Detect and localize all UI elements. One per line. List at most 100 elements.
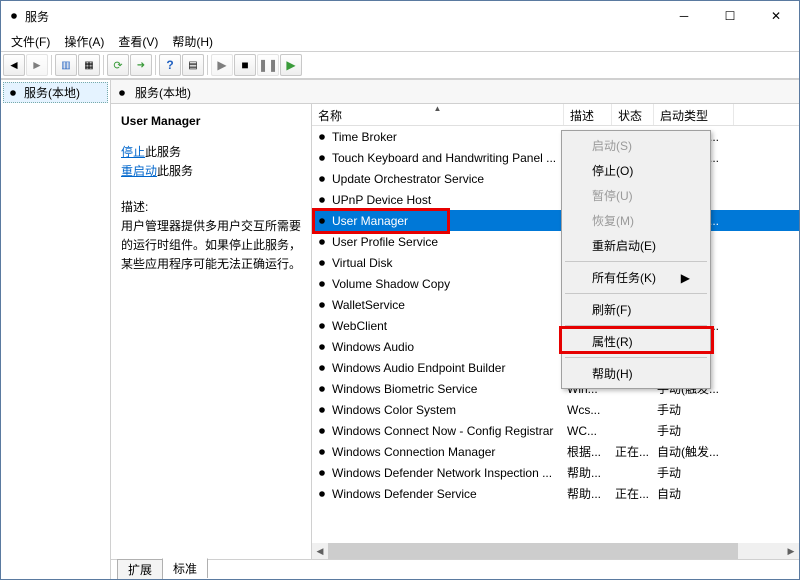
service-row[interactable]: Windows Audio Endpoint Builder管理...正在...… — [312, 357, 799, 378]
service-row[interactable]: Volume Shadow Copy管理...手动 — [312, 273, 799, 294]
gear-icon — [315, 298, 329, 312]
gear-icon — [315, 193, 329, 207]
gear-icon — [6, 86, 20, 100]
service-name: Windows Defender Service — [332, 487, 477, 501]
stop-link[interactable]: 停止 — [121, 145, 145, 159]
service-desc: WC... — [564, 424, 612, 438]
service-name: WebClient — [332, 319, 387, 333]
services-list: 名称▲ 描述 状态 启动类型 Time Broker协调...正在...手动(触… — [311, 104, 799, 559]
gear-icon — [315, 466, 329, 480]
gear-icon — [315, 382, 329, 396]
context-menu-item: 启动(S) — [564, 133, 708, 158]
help-button[interactable]: ? — [159, 54, 181, 76]
service-row[interactable]: Update Orchestrator ServiceUso...手动 — [312, 168, 799, 189]
view-mode-button[interactable]: ▦ — [78, 54, 100, 76]
menu-action[interactable]: 操作(A) — [58, 31, 110, 52]
service-desc: 根据... — [564, 443, 612, 460]
gear-icon — [315, 319, 329, 333]
menu-separator — [565, 293, 707, 294]
col-name[interactable]: 名称▲ — [312, 104, 564, 125]
pause-service-button[interactable]: ❚❚ — [257, 54, 279, 76]
context-menu-item[interactable]: 刷新(F) — [564, 297, 708, 322]
app-icon — [7, 9, 21, 23]
context-menu-item[interactable]: 重新启动(E) — [564, 233, 708, 258]
service-startup: 手动 — [654, 422, 734, 439]
gear-icon — [315, 151, 329, 165]
service-row[interactable]: Windows Connect Now - Config RegistrarWC… — [312, 420, 799, 441]
service-row[interactable]: User Profile Service此服...正在...自动 — [312, 231, 799, 252]
close-button[interactable]: ✕ — [753, 1, 799, 31]
scroll-right-button[interactable]: ▶ — [783, 543, 799, 559]
service-name: Windows Audio — [332, 340, 414, 354]
service-name: Windows Biometric Service — [332, 382, 477, 396]
service-row[interactable]: Windows Defender Service帮助...正在...自动 — [312, 483, 799, 504]
menu-file[interactable]: 文件(F) — [5, 31, 56, 52]
tree-root-item[interactable]: 服务(本地) — [3, 82, 108, 103]
scroll-left-button[interactable]: ◀ — [312, 543, 328, 559]
service-startup: 手动 — [654, 401, 734, 418]
service-row[interactable]: Virtual Disk提供...手动 — [312, 252, 799, 273]
description-text: 用户管理器提供多用户交互所需要的运行时组件。如果停止此服务，某些应用程序可能无法… — [121, 217, 301, 275]
gear-icon — [315, 361, 329, 375]
restart-service-button[interactable]: ▶ — [280, 54, 302, 76]
service-desc: Wcs... — [564, 403, 612, 417]
maximize-button[interactable]: ☐ — [707, 1, 753, 31]
list-header: 名称▲ 描述 状态 启动类型 — [312, 104, 799, 126]
col-desc[interactable]: 描述 — [564, 104, 612, 125]
selected-service-name: User Manager — [121, 112, 301, 131]
minimize-button[interactable]: ─ — [661, 1, 707, 31]
refresh-button[interactable]: ⟳ — [107, 54, 129, 76]
horizontal-scrollbar[interactable]: ◀ ▶ — [312, 543, 799, 559]
start-service-button[interactable]: ▶ — [211, 54, 233, 76]
service-name: Time Broker — [332, 130, 397, 144]
col-startup[interactable]: 启动类型 — [654, 104, 734, 125]
nav-back-button[interactable]: ◄ — [3, 54, 25, 76]
context-menu-item[interactable]: 停止(O) — [564, 158, 708, 183]
context-menu-item: 恢复(M) — [564, 208, 708, 233]
context-menu-item: 暂停(U) — [564, 183, 708, 208]
menu-separator — [565, 261, 707, 262]
service-desc: 帮助... — [564, 464, 612, 481]
service-name: Update Orchestrator Service — [332, 172, 484, 186]
service-row[interactable]: UPnP Device Host允许 ...手动 — [312, 189, 799, 210]
menu-view[interactable]: 查看(V) — [112, 31, 164, 52]
stop-service-button[interactable]: ■ — [234, 54, 256, 76]
tree-pane: 服务(本地) — [1, 80, 111, 579]
service-row[interactable]: Windows Defender Network Inspection ... 帮… — [312, 462, 799, 483]
service-row[interactable]: Windows Audio管理...正在...自动 — [312, 336, 799, 357]
scrollbar-thumb[interactable] — [328, 543, 738, 559]
service-row[interactable]: Windows Color SystemWcs...手动 — [312, 399, 799, 420]
service-status: 正在... — [612, 443, 654, 460]
context-menu-item[interactable]: 帮助(H) — [564, 361, 708, 386]
service-row[interactable]: WebClient使基...手动(触发... — [312, 315, 799, 336]
properties-button[interactable]: ▤ — [182, 54, 204, 76]
context-menu-item[interactable]: 所有任务(K)▶ — [564, 265, 708, 290]
list-rows[interactable]: Time Broker协调...正在...手动(触发...Touch Keybo… — [312, 126, 799, 543]
show-hide-tree-button[interactable]: ▥ — [55, 54, 77, 76]
titlebar[interactable]: 服务 ─ ☐ ✕ — [1, 1, 799, 31]
service-row[interactable]: Touch Keyboard and Handwriting Panel ...… — [312, 147, 799, 168]
context-menu-item[interactable]: 属性(R) — [564, 329, 708, 354]
tab-extended[interactable]: 扩展 — [117, 559, 163, 579]
nav-forward-button[interactable]: ► — [26, 54, 48, 76]
services-window: 服务 ─ ☐ ✕ 文件(F) 操作(A) 查看(V) 帮助(H) ◄ ► ▥ ▦… — [0, 0, 800, 580]
gear-icon — [315, 214, 329, 228]
gear-icon — [315, 130, 329, 144]
col-status[interactable]: 状态 — [612, 104, 654, 125]
service-name: User Profile Service — [332, 235, 438, 249]
service-row[interactable]: Windows Connection Manager根据...正在...自动(触… — [312, 441, 799, 462]
service-row[interactable]: Windows Biometric ServiceWin...手动(触发... — [312, 378, 799, 399]
service-status: 正在... — [612, 485, 654, 502]
service-name: Windows Defender Network Inspection ... — [332, 466, 552, 480]
service-row[interactable]: WalletService电子...手动 — [312, 294, 799, 315]
service-row[interactable]: Time Broker协调...正在...手动(触发... — [312, 126, 799, 147]
tab-standard[interactable]: 标准 — [162, 558, 208, 578]
gear-icon — [315, 256, 329, 270]
service-row[interactable]: User Manager用户...正在...自动(触发... — [312, 210, 799, 231]
export-button[interactable]: ➜ — [130, 54, 152, 76]
gear-icon — [315, 445, 329, 459]
menu-help[interactable]: 帮助(H) — [166, 31, 219, 52]
tree-root-label: 服务(本地) — [24, 84, 80, 101]
gear-icon — [315, 340, 329, 354]
restart-link[interactable]: 重启动 — [121, 164, 157, 178]
